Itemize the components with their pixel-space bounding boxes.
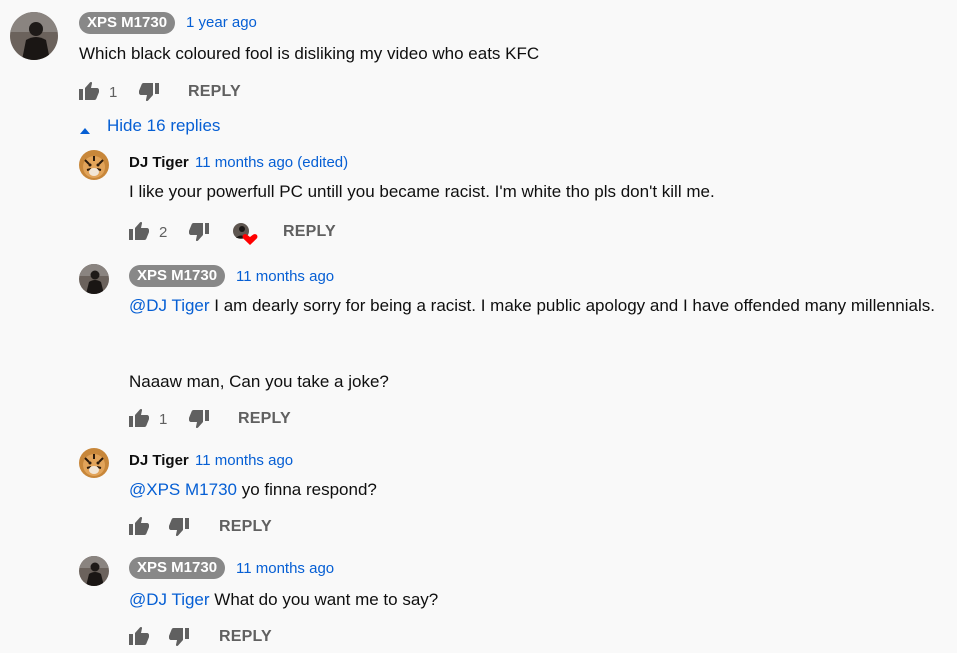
thumbs-up-icon[interactable] (129, 627, 149, 645)
reply-text-body: yo finna respond? (236, 480, 377, 499)
reply-text: @XPS M1730 yo finna respond? (129, 480, 377, 500)
reply-text-line2: Naaaw man, Can you take a joke? (129, 372, 389, 391)
avatar[interactable] (79, 556, 109, 586)
reply-text: I like your powerfull PC untill you beca… (129, 182, 715, 201)
avatar[interactable] (79, 150, 109, 180)
reply-text: @DJ Tiger I am dearly sorry for being a … (129, 296, 935, 316)
reply-timestamp[interactable]: 11 months ago (236, 560, 334, 577)
reply-text: @DJ Tiger What do you want me to say? (129, 590, 438, 610)
reply-button[interactable]: REPLY (238, 410, 291, 428)
avatar[interactable] (10, 12, 58, 60)
mention-link[interactable]: @DJ Tiger (129, 296, 210, 315)
thumbs-up-icon[interactable] (129, 517, 149, 535)
thumbs-down-icon[interactable] (139, 83, 159, 101)
creator-heart-icon (232, 222, 258, 246)
thumbs-down-icon[interactable] (189, 223, 209, 241)
caret-up-icon[interactable] (79, 122, 91, 140)
thumbs-up-icon[interactable] (79, 82, 99, 100)
reply-timestamp[interactable]: 11 months ago (236, 268, 334, 285)
mention-link[interactable]: @DJ Tiger (129, 590, 210, 609)
reply-author[interactable]: DJ Tiger (129, 154, 189, 171)
mention-link[interactable]: @XPS M1730 (129, 480, 237, 499)
thumbs-down-icon[interactable] (189, 410, 209, 428)
reply-author-badge[interactable]: XPS M1730 (129, 557, 226, 579)
reply-text-body: I am dearly sorry for being a racist. I … (209, 296, 935, 315)
hide-replies-button[interactable]: Hide 16 replies (107, 116, 220, 136)
reply-button[interactable]: REPLY (219, 518, 272, 536)
reply-button[interactable]: REPLY (188, 83, 241, 101)
comment-timestamp[interactable]: 1 year ago (186, 14, 257, 31)
thumbs-down-icon[interactable] (169, 518, 189, 536)
reply-button[interactable]: REPLY (283, 223, 336, 241)
reply-timestamp[interactable]: 11 months ago (195, 452, 293, 469)
reply-author-badge[interactable]: XPS M1730 (129, 265, 226, 287)
like-count: 1 (159, 411, 168, 428)
reply-author[interactable]: DJ Tiger (129, 452, 189, 469)
avatar[interactable] (79, 264, 109, 294)
reply-button[interactable]: REPLY (219, 628, 272, 646)
reply-text-body: What do you want me to say? (209, 590, 439, 609)
avatar[interactable] (79, 448, 109, 478)
comment-author-badge[interactable]: XPS M1730 (79, 12, 176, 34)
thumbs-up-icon[interactable] (129, 409, 149, 427)
like-count: 1 (109, 84, 118, 101)
like-count: 2 (159, 224, 168, 241)
thumbs-up-icon[interactable] (129, 222, 149, 240)
reply-timestamp[interactable]: 11 months ago (edited) (195, 154, 348, 171)
comment-text: Which black coloured fool is disliking m… (79, 44, 540, 63)
thumbs-down-icon[interactable] (169, 628, 189, 646)
